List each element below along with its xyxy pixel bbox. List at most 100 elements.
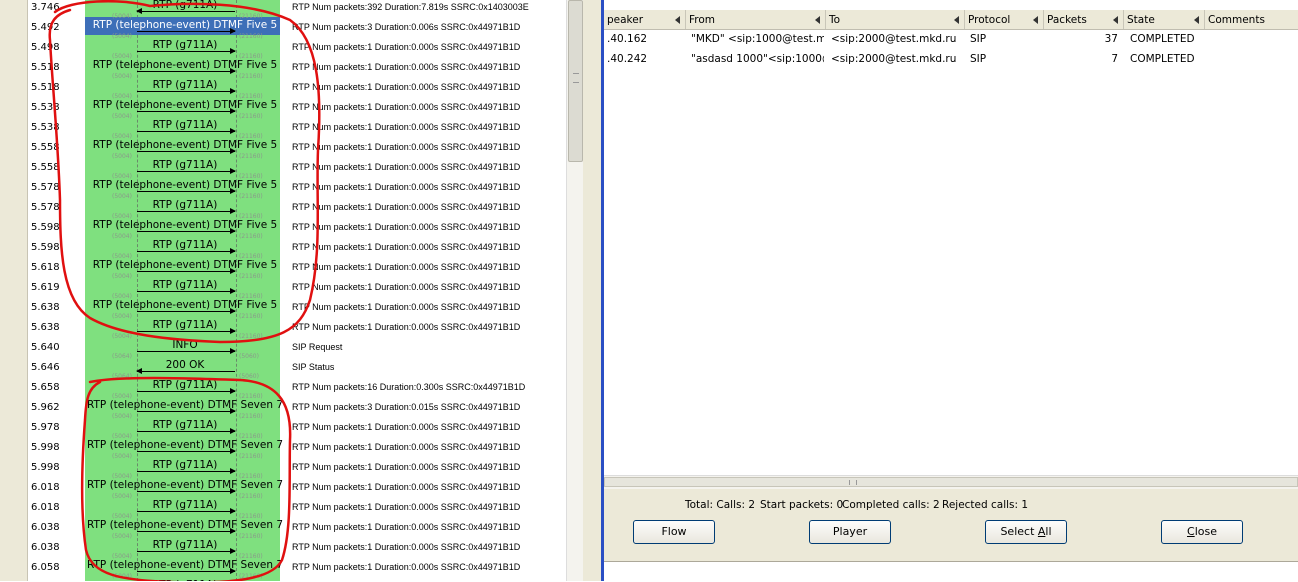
flow-comment: RTP Num packets:1 Duration:0.000s SSRC:0… (292, 42, 521, 52)
flow-comment: RTP Num packets:1 Duration:0.000s SSRC:0… (292, 182, 521, 192)
column-header-from[interactable]: From (686, 10, 826, 29)
flow-row[interactable]: 5.646 200 OK (5064) (5060) SIP Status (28, 356, 566, 380)
arrow-right-icon (137, 528, 236, 534)
flow-message-label: RTP (telephone-event) DTMF Five 5 (92, 259, 278, 271)
flow-button[interactable]: Flow (633, 520, 715, 544)
arrow-right-icon (137, 388, 236, 394)
flow-time: 5.646 (31, 362, 60, 373)
flow-vertical-scrollbar[interactable] (566, 0, 583, 581)
flow-row[interactable]: 5.638 RTP (g711A) (5004) (21160) RTP Num pac… (28, 316, 566, 340)
flow-message-label: INFO (172, 339, 198, 351)
flow-time: 5.638 (31, 302, 60, 313)
column-header-packets[interactable]: Packets (1044, 10, 1124, 29)
flow-message-label: RTP (telephone-event) DTMF Five 5 (92, 179, 278, 191)
scrollbar-thumb[interactable] (604, 477, 1298, 487)
arrow-right-icon (137, 268, 236, 274)
column-label: From (689, 14, 716, 26)
flow-row[interactable]: 5.518 RTP (telephone-event) DTMF Five 5 (5… (28, 56, 566, 80)
flow-time: 5.998 (31, 442, 60, 453)
flow-comment: RTP Num packets:1 Duration:0.000s SSRC:0… (292, 502, 521, 512)
flow-row[interactable]: 5.578 RTP (g711A) (5004) (21160) RTP Num pac… (28, 196, 566, 220)
button-label: Player (832, 525, 868, 538)
flow-row[interactable]: 5.558 RTP (g711A) (5004) (21160) RTP Num pac… (28, 156, 566, 180)
flow-comment: RTP Num packets:1 Duration:0.000s SSRC:0… (292, 282, 521, 292)
flow-row[interactable]: 5.538 RTP (telephone-event) DTMF Five 5 (5… (28, 96, 566, 120)
flow-row[interactable]: 6.018 RTP (telephone-event) DTMF Seven 7(… (28, 476, 566, 500)
flow-row[interactable]: 6.038 RTP (g711A) (5004) (21160) RTP Num pac… (28, 536, 566, 560)
flow-comment: RTP Num packets:1 Duration:0.000s SSRC:0… (292, 82, 521, 92)
arrow-right-icon (137, 28, 236, 34)
flow-row[interactable]: RTP (g711A) (28, 576, 566, 581)
select-all-button[interactable]: Select All (985, 520, 1067, 544)
arrow-right-icon (137, 488, 236, 494)
flow-message-label: RTP (g711A) (152, 119, 218, 131)
arrow-right-icon (137, 208, 236, 214)
flow-row[interactable]: 3.746 RTP (g711A) (5004) (21160) RTP Num pac… (28, 0, 566, 20)
grip-icon (849, 480, 857, 485)
arrow-right-icon (137, 248, 236, 254)
cell-speaker: .40.242 (607, 53, 648, 65)
flow-comment: RTP Num packets:1 Duration:0.000s SSRC:0… (292, 442, 521, 452)
arrow-right-icon (137, 348, 236, 354)
flow-row[interactable]: 5.962 RTP (telephone-event) DTMF Seven 7(… (28, 396, 566, 420)
close-button[interactable]: Close (1161, 520, 1243, 544)
call-row[interactable]: .40.242 "asdasd 1000"<sip:1000@te <sip:2… (604, 50, 1298, 70)
flow-row[interactable]: 6.018 RTP (g711A) (5004) (21160) RTP Num pac… (28, 496, 566, 520)
flow-row[interactable]: 6.058 RTP (telephone-event) DTMF Seven 7(… (28, 556, 566, 580)
cell-protocol: SIP (970, 53, 987, 65)
flow-comment: RTP Num packets:1 Duration:0.000s SSRC:0… (292, 322, 521, 332)
flow-message-label: RTP (telephone-event) DTMF Seven 7 (86, 439, 284, 451)
arrow-right-icon (137, 228, 236, 234)
flow-time: 5.498 (31, 42, 60, 53)
flow-row[interactable]: 5.492 RTP (telephone-event) DTMF Five 5 (5… (28, 16, 566, 40)
calls-horizontal-scrollbar[interactable] (604, 475, 1298, 489)
arrow-right-icon (137, 428, 236, 434)
flow-comment: RTP Num packets:392 Duration:7.819s SSRC… (292, 2, 529, 12)
arrow-right-icon (137, 288, 236, 294)
voip-calls-dialog: peaker From To Protocol Packets State Co… (601, 0, 1298, 582)
flow-row[interactable]: 5.598 RTP (telephone-event) DTMF Five 5 (5… (28, 216, 566, 240)
flow-message-label: RTP (telephone-event) DTMF Five 5 (92, 219, 278, 231)
flow-row[interactable]: 5.638 RTP (telephone-event) DTMF Five 5 (5… (28, 296, 566, 320)
flow-row[interactable]: 5.498 RTP (g711A) (5004) (21160) RTP Num pac… (28, 36, 566, 60)
arrow-right-icon (137, 48, 236, 54)
flow-row[interactable]: 5.618 RTP (telephone-event) DTMF Five 5 (5… (28, 256, 566, 280)
flow-row[interactable]: 5.558 RTP (telephone-event) DTMF Five 5 (5… (28, 136, 566, 160)
flow-row[interactable]: 5.578 RTP (telephone-event) DTMF Five 5 (5… (28, 176, 566, 200)
column-header-speaker[interactable]: peaker (604, 10, 686, 29)
column-header-protocol[interactable]: Protocol (965, 10, 1044, 29)
sort-arrow-icon (675, 16, 680, 24)
column-header-state[interactable]: State (1124, 10, 1205, 29)
flow-message-label: RTP (telephone-event) DTMF Seven 7 (86, 399, 284, 411)
flow-time: 5.518 (31, 82, 60, 93)
flow-row[interactable]: 5.978 RTP (g711A) (5004) (21160) RTP Num pac… (28, 416, 566, 440)
flow-row[interactable]: 5.518 RTP (g711A) (5004) (21160) RTP Num pac… (28, 76, 566, 100)
arrow-left-icon (136, 368, 235, 374)
flow-comment: RTP Num packets:1 Duration:0.000s SSRC:0… (292, 482, 521, 492)
flow-row[interactable]: 5.998 RTP (telephone-event) DTMF Seven 7(… (28, 436, 566, 460)
flow-message-label: RTP (telephone-event) DTMF Seven 7 (86, 519, 284, 531)
flow-row[interactable]: 6.038 RTP (telephone-event) DTMF Seven 7(… (28, 516, 566, 540)
flow-row[interactable]: 5.998 RTP (g711A) (5004) (21160) RTP Num pac… (28, 456, 566, 480)
flow-row[interactable]: 5.598 RTP (g711A) (5004) (21160) RTP Num pac… (28, 236, 566, 260)
column-label: To (829, 14, 841, 26)
scrollbar-thumb[interactable] (568, 0, 583, 162)
flow-message-label: RTP (telephone-event) DTMF Five 5 (92, 99, 278, 111)
cell-speaker: .40.162 (607, 33, 648, 45)
flow-row[interactable]: 5.658 RTP (g711A) (5004) (21160) RTP Num pac… (28, 376, 566, 400)
flow-time: 6.018 (31, 482, 60, 493)
column-header-to[interactable]: To (826, 10, 965, 29)
column-label: State (1127, 14, 1155, 26)
flow-row[interactable]: 5.619 RTP (g711A) (5004) (21160) RTP Num pac… (28, 276, 566, 300)
flow-graph-panel: 3.746 RTP (g711A) (5004) (21160) RTP Num pac… (0, 0, 601, 581)
flow-row[interactable]: 5.538 RTP (g711A) (5004) (21160) RTP Num pac… (28, 116, 566, 140)
call-row[interactable]: .40.162 "MKD" <sip:1000@test.mkd. <sip:2… (604, 30, 1298, 50)
flow-message-label: RTP (g711A) (152, 539, 218, 551)
flow-time: 6.038 (31, 542, 60, 553)
flow-comment: RTP Num packets:1 Duration:0.000s SSRC:0… (292, 162, 521, 172)
column-header-comments[interactable]: Comments (1205, 10, 1298, 29)
calls-list-header: peaker From To Protocol Packets State Co… (604, 10, 1298, 30)
flow-message-label: RTP (g711A) (152, 499, 218, 511)
player-button[interactable]: Player (809, 520, 891, 544)
flow-row[interactable]: 5.640 INFO (5064) (5060) SIP Request (28, 336, 566, 360)
